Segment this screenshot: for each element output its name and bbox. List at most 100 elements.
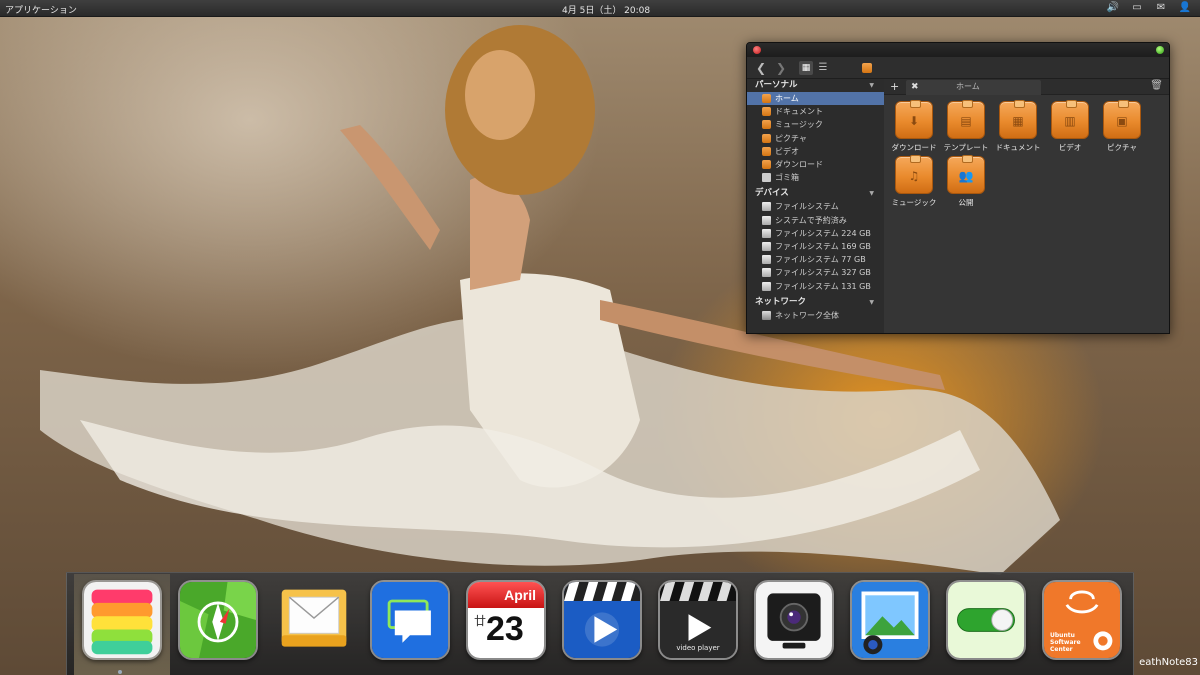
sidebar-item-label: ホーム — [775, 94, 799, 104]
dock-settings-toggle-icon[interactable] — [946, 580, 1026, 660]
home-path-button[interactable] — [861, 62, 873, 76]
dock-stacks-app-icon[interactable] — [82, 580, 162, 660]
sidebar-item-label: ファイルシステム 77 GB — [775, 255, 866, 265]
new-tab-button[interactable]: + — [890, 80, 899, 93]
running-indicator — [118, 670, 122, 674]
sidebar-heading-network[interactable]: ネットワーク ▼ — [747, 296, 884, 309]
sidebar-item-label: ファイルシステム 224 GB — [775, 228, 871, 238]
folder-public[interactable]: 👥 公開 — [940, 155, 992, 208]
sidebar-item-label: ファイルシステム 131 GB — [775, 281, 871, 291]
user-icon[interactable]: 👤 — [1178, 2, 1192, 14]
dock-camera-icon[interactable] — [754, 580, 834, 660]
folder-music[interactable]: ♫ ミュージック — [888, 155, 940, 208]
dock-calendar-icon[interactable]: April 廿 23 — [466, 580, 546, 660]
file-view: + ✖ ホーム 🗑 ⬇ ダウンロード ▤ テンプレート ▦ ドキュメント ▥ ビ… — [884, 79, 1169, 333]
system-tray: 🔊 ▭ ✉ 👤 — [1106, 2, 1192, 14]
collapse-arrow-icon: ▼ — [869, 190, 874, 198]
folder-videos[interactable]: ▥ ビデオ — [1044, 100, 1096, 153]
sidebar-heading-label: デバイス — [755, 188, 789, 199]
clapperboard-icon — [564, 582, 640, 658]
applications-menu[interactable]: アプリケーション — [5, 3, 77, 16]
window-maximize-button[interactable] — [1156, 46, 1164, 54]
sidebar-item-label: ゴミ箱 — [775, 173, 799, 183]
folder-icon — [762, 146, 771, 156]
clock[interactable]: 4月 5日（土） 20:08 — [562, 3, 650, 16]
top-panel: アプリケーション 4月 5日（土） 20:08 🔊 ▭ ✉ 👤 — [0, 0, 1200, 17]
volume-icon[interactable]: 🔊 — [1106, 2, 1120, 14]
chat-bubble-icon — [372, 582, 448, 658]
sidebar-item-system-reserved[interactable]: システムで予約済み — [747, 214, 884, 227]
sidebar-item-pictures[interactable]: ピクチャ — [747, 132, 884, 145]
folder-icon: ▥ — [1051, 100, 1089, 139]
people-glyph-icon: 👥 — [958, 169, 974, 183]
folder-icon: ▤ — [947, 100, 985, 139]
window-close-button[interactable] — [753, 46, 761, 54]
display-icon[interactable]: ▭ — [1130, 2, 1144, 14]
forward-button[interactable]: ❯ — [775, 61, 787, 75]
list-view-button[interactable]: ☰ — [817, 61, 829, 75]
tab-bar: + ✖ ホーム 🗑 — [884, 79, 1169, 95]
sidebar-heading-devices[interactable]: デバイス ▼ — [747, 187, 884, 200]
trash-button-icon[interactable]: 🗑 — [1150, 80, 1163, 91]
close-tab-icon[interactable]: ✖ — [911, 80, 919, 94]
folder-label: 公開 — [958, 198, 974, 207]
folder-documents[interactable]: ▦ ドキュメント — [992, 100, 1044, 153]
folder-icon: ♫ — [895, 155, 933, 194]
folder-downloads[interactable]: ⬇ ダウンロード — [888, 100, 940, 153]
dock-video-player-dark-icon[interactable]: video player — [658, 580, 738, 660]
sidebar-item-drive-327[interactable]: ファイルシステム 327 GB — [747, 266, 884, 279]
calendar-day: 23 — [486, 610, 524, 648]
download-glyph-icon: ⬇ — [908, 114, 920, 128]
folder-label: ピクチャ — [1107, 143, 1137, 152]
compass-icon — [180, 582, 256, 658]
calendar-lunar-label: 廿 — [474, 614, 487, 628]
sidebar: パーソナル ▼ ホーム ドキュメント ミュージック ピクチャ ビデオ ダウンロー… — [747, 79, 884, 333]
sidebar-item-label: ファイルシステム — [775, 202, 839, 212]
sidebar-item-videos[interactable]: ビデオ — [747, 145, 884, 158]
sidebar-item-label: ドキュメント — [775, 107, 823, 117]
drive-icon — [762, 215, 771, 225]
folder-pictures[interactable]: ▣ ピクチャ — [1096, 100, 1148, 153]
calendar-icon: April 廿 23 — [468, 582, 544, 658]
dock-software-center-icon[interactable]: Ubuntu Software Center — [1042, 580, 1122, 660]
picture-glyph-icon: ▣ — [1116, 114, 1128, 128]
sidebar-item-drive-169[interactable]: ファイルシステム 169 GB — [747, 240, 884, 253]
drive-icon — [762, 268, 771, 278]
folder-templates[interactable]: ▤ テンプレート — [940, 100, 992, 153]
dock-navigation-icon[interactable] — [178, 580, 258, 660]
sidebar-item-trash[interactable]: ゴミ箱 — [747, 171, 884, 184]
sidebar-item-label: ダウンロード — [775, 160, 823, 170]
sidebar-item-label: ファイルシステム 327 GB — [775, 268, 871, 278]
folder-icon — [762, 120, 771, 130]
sidebar-heading-personal[interactable]: パーソナル ▼ — [747, 79, 884, 92]
mail-icon[interactable]: ✉ — [1154, 2, 1168, 14]
dock-messages-icon[interactable] — [370, 580, 450, 660]
dock-video-player-icon[interactable] — [562, 580, 642, 660]
tab-home[interactable]: ✖ ホーム — [906, 80, 1041, 95]
folder-label: ミュージック — [891, 198, 937, 207]
tab-label: ホーム — [956, 82, 980, 91]
sidebar-item-label: ビデオ — [775, 146, 799, 156]
drive-icon — [762, 202, 771, 212]
sidebar-item-drive-77[interactable]: ファイルシステム 77 GB — [747, 253, 884, 266]
folder-icon: ⬇ — [895, 100, 933, 139]
back-button[interactable]: ❮ — [755, 61, 767, 75]
drive-icon — [762, 241, 771, 251]
sidebar-item-filesystem[interactable]: ファイルシステム — [747, 200, 884, 213]
dock-photo-viewer-icon[interactable] — [850, 580, 930, 660]
sidebar-item-downloads[interactable]: ダウンロード — [747, 158, 884, 171]
sidebar-item-label: システムで予約済み — [775, 215, 847, 225]
dock-mail-icon[interactable] — [274, 580, 354, 660]
window-titlebar[interactable] — [747, 43, 1169, 57]
folder-label: ダウンロード — [891, 143, 937, 152]
folder-icon: 👥 — [947, 155, 985, 194]
collapse-arrow-icon: ▼ — [869, 298, 874, 306]
sidebar-item-home[interactable]: ホーム — [747, 92, 884, 106]
sidebar-item-drive-224[interactable]: ファイルシステム 224 GB — [747, 227, 884, 240]
sidebar-item-whole-network[interactable]: ネットワーク全体 — [747, 309, 884, 322]
sidebar-item-documents[interactable]: ドキュメント — [747, 105, 884, 118]
icon-view-button[interactable]: ▦ — [799, 61, 813, 75]
sidebar-item-music[interactable]: ミュージック — [747, 118, 884, 131]
file-manager-toolbar: ❮ ❯ ▦ ☰ — [747, 57, 1169, 79]
sidebar-item-drive-131[interactable]: ファイルシステム 131 GB — [747, 279, 884, 292]
